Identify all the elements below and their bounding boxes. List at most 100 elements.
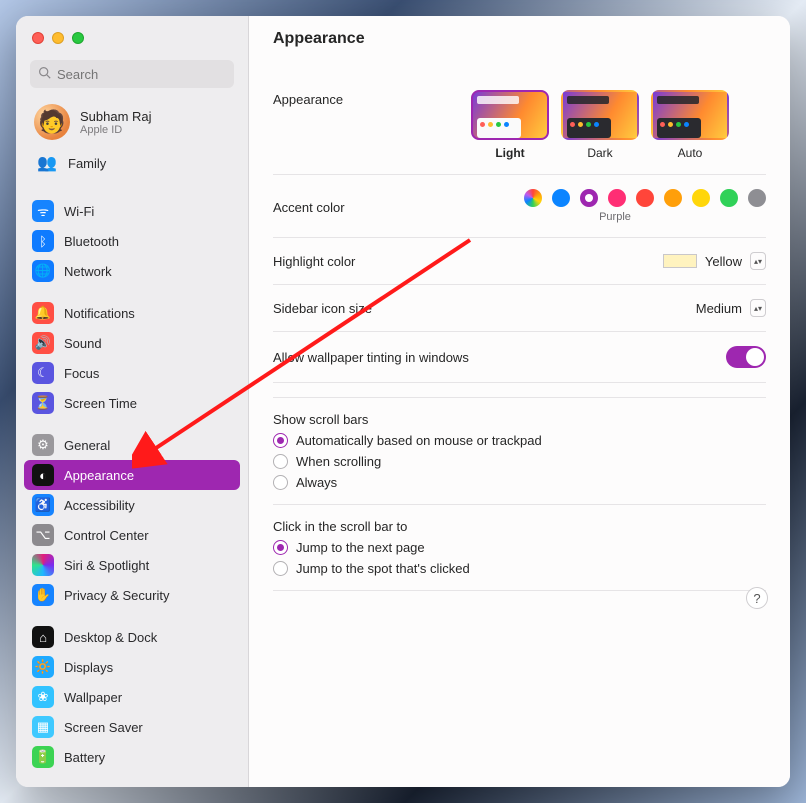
accent-color[interactable] [524,189,542,207]
click-section: Click in the scroll bar to Jump to the n… [273,505,766,591]
sidebar-item-siri[interactable]: Siri & Spotlight [24,550,240,580]
tinting-row: Allow wallpaper tinting in windows [273,332,766,383]
battery-icon: 🔋 [32,746,54,768]
sidebar-item-controlcenter[interactable]: ⌥Control Center [24,520,240,550]
highlight-swatch [663,254,697,268]
highlight-value: Yellow [705,254,742,269]
help-button[interactable]: ? [746,587,768,609]
accent-color[interactable] [580,189,598,207]
click-heading: Click in the scroll bar to [273,519,766,534]
sidebar-item-label: Bluetooth [64,234,119,249]
sidebar-item-label: Desktop & Dock [64,630,157,645]
sidebar-size-select[interactable]: Medium ▴▾ [696,299,766,317]
tinting-label: Allow wallpaper tinting in windows [273,350,469,365]
radio-icon [273,454,288,469]
zoom-window-button[interactable] [72,32,84,44]
theme-thumb [651,90,729,140]
sidebar-item-label: Privacy & Security [64,588,169,603]
radio-label: Automatically based on mouse or trackpad [296,433,542,448]
sidebar-item-label: General [64,438,110,453]
sidebar-item-label: Accessibility [64,498,135,513]
avatar: 🧑 [34,104,70,140]
sidebar-item-bluetooth[interactable]: ᛒ Bluetooth [24,226,240,256]
radio-label: When scrolling [296,454,381,469]
sidebar-item-label: Siri & Spotlight [64,558,149,573]
search-field[interactable] [30,60,234,88]
appearance-option-dark[interactable]: Dark [561,90,639,160]
sidebar-item-family[interactable]: 👥 Family [28,148,236,178]
sidebar-item-label: Wi-Fi [64,204,94,219]
accent-color[interactable] [552,189,570,207]
radio-option[interactable]: Jump to the next page [273,540,766,555]
radio-label: Always [296,475,337,490]
sidebar-item-displays[interactable]: 🔆 Displays [24,652,240,682]
search-input[interactable] [57,67,226,82]
sidebar-item-wifi[interactable]: ᯤWi-Fi [24,196,240,226]
accent-color[interactable] [720,189,738,207]
hand-icon: ✋ [32,584,54,606]
scrollbars-section: Show scroll bars Automatically based on … [273,397,766,505]
window-controls [16,16,248,60]
accent-selected-label: Purple [599,211,631,223]
sidebar: 🧑 Subham Raj Apple ID 👥 Family ᯤWi-Fi ᛒB… [16,16,249,787]
tinting-switch[interactable] [726,346,766,368]
radio-option[interactable]: Jump to the spot that's clicked [273,561,766,576]
sidebar-item-general[interactable]: ⚙General [24,430,240,460]
accent-section: Accent color Purple [273,175,766,238]
theme-caption: Auto [678,146,703,160]
brightness-icon: 🔆 [32,656,54,678]
sidebar-item-accessibility[interactable]: ♿Accessibility [24,490,240,520]
theme-caption: Light [495,146,524,160]
sidebar-item-screensaver[interactable]: ▦Screen Saver [24,712,240,742]
sidebar-item-screentime[interactable]: ⏳Screen Time [24,388,240,418]
scrollbars-heading: Show scroll bars [273,412,766,427]
sidebar-item-sound[interactable]: 🔊Sound [24,328,240,358]
sidebar-item-privacy[interactable]: ✋ Privacy & Security [24,580,240,610]
stepper-icon: ▴▾ [750,252,766,270]
sidebar-item-label: Screen Saver [64,720,143,735]
sidebar-item-notifications[interactable]: 🔔Notifications [24,298,240,328]
appearance-icon: ◐ [32,464,54,486]
accent-color[interactable] [664,189,682,207]
sidebar-item-battery[interactable]: 🔋 Battery [24,742,240,772]
close-window-button[interactable] [32,32,44,44]
radio-label: Jump to the spot that's clicked [296,561,470,576]
sidebar-item-wallpaper[interactable]: ❀Wallpaper [24,682,240,712]
minimize-window-button[interactable] [52,32,64,44]
accent-color[interactable] [636,189,654,207]
theme-thumb [561,90,639,140]
radio-label: Jump to the next page [296,540,425,555]
bluetooth-icon: ᛒ [32,230,54,252]
flower-icon: ❀ [32,686,54,708]
sidebar-item-label: Focus [64,366,99,381]
apple-id-row[interactable]: 🧑 Subham Raj Apple ID [28,100,236,144]
appearance-option-light[interactable]: Light [471,90,549,160]
main-panel: Appearance Appearance Light Dark Auto Ac… [249,16,790,787]
theme-caption: Dark [587,146,612,160]
sidebar-item-label: Battery [64,750,105,765]
page-title: Appearance [273,30,766,48]
sidebar-item-label: Displays [64,660,113,675]
sidebar-item-network[interactable]: 🌐Network [24,256,240,286]
sidebar-item-desktop[interactable]: ⌂Desktop & Dock [24,622,240,652]
toggles-icon: ⌥ [32,524,54,546]
radio-icon [273,433,288,448]
speaker-icon: 🔊 [32,332,54,354]
accent-color[interactable] [748,189,766,207]
sidebar-item-label: Screen Time [64,396,137,411]
moon-icon: ☾ [32,362,54,384]
network-icon: 🌐 [32,260,54,282]
appearance-option-auto[interactable]: Auto [651,90,729,160]
radio-icon [273,561,288,576]
highlight-select[interactable]: Yellow ▴▾ [663,252,766,270]
sidebar-item-appearance[interactable]: ◐Appearance [24,460,240,490]
radio-option[interactable]: Automatically based on mouse or trackpad [273,433,766,448]
sidebar-size-row: Sidebar icon size Medium ▴▾ [273,285,766,332]
theme-thumb [471,90,549,140]
radio-option[interactable]: When scrolling [273,454,766,469]
accent-color[interactable] [608,189,626,207]
accent-color[interactable] [692,189,710,207]
sidebar-item-focus[interactable]: ☾ Focus [24,358,240,388]
accent-color-row [524,189,766,207]
radio-option[interactable]: Always [273,475,766,490]
